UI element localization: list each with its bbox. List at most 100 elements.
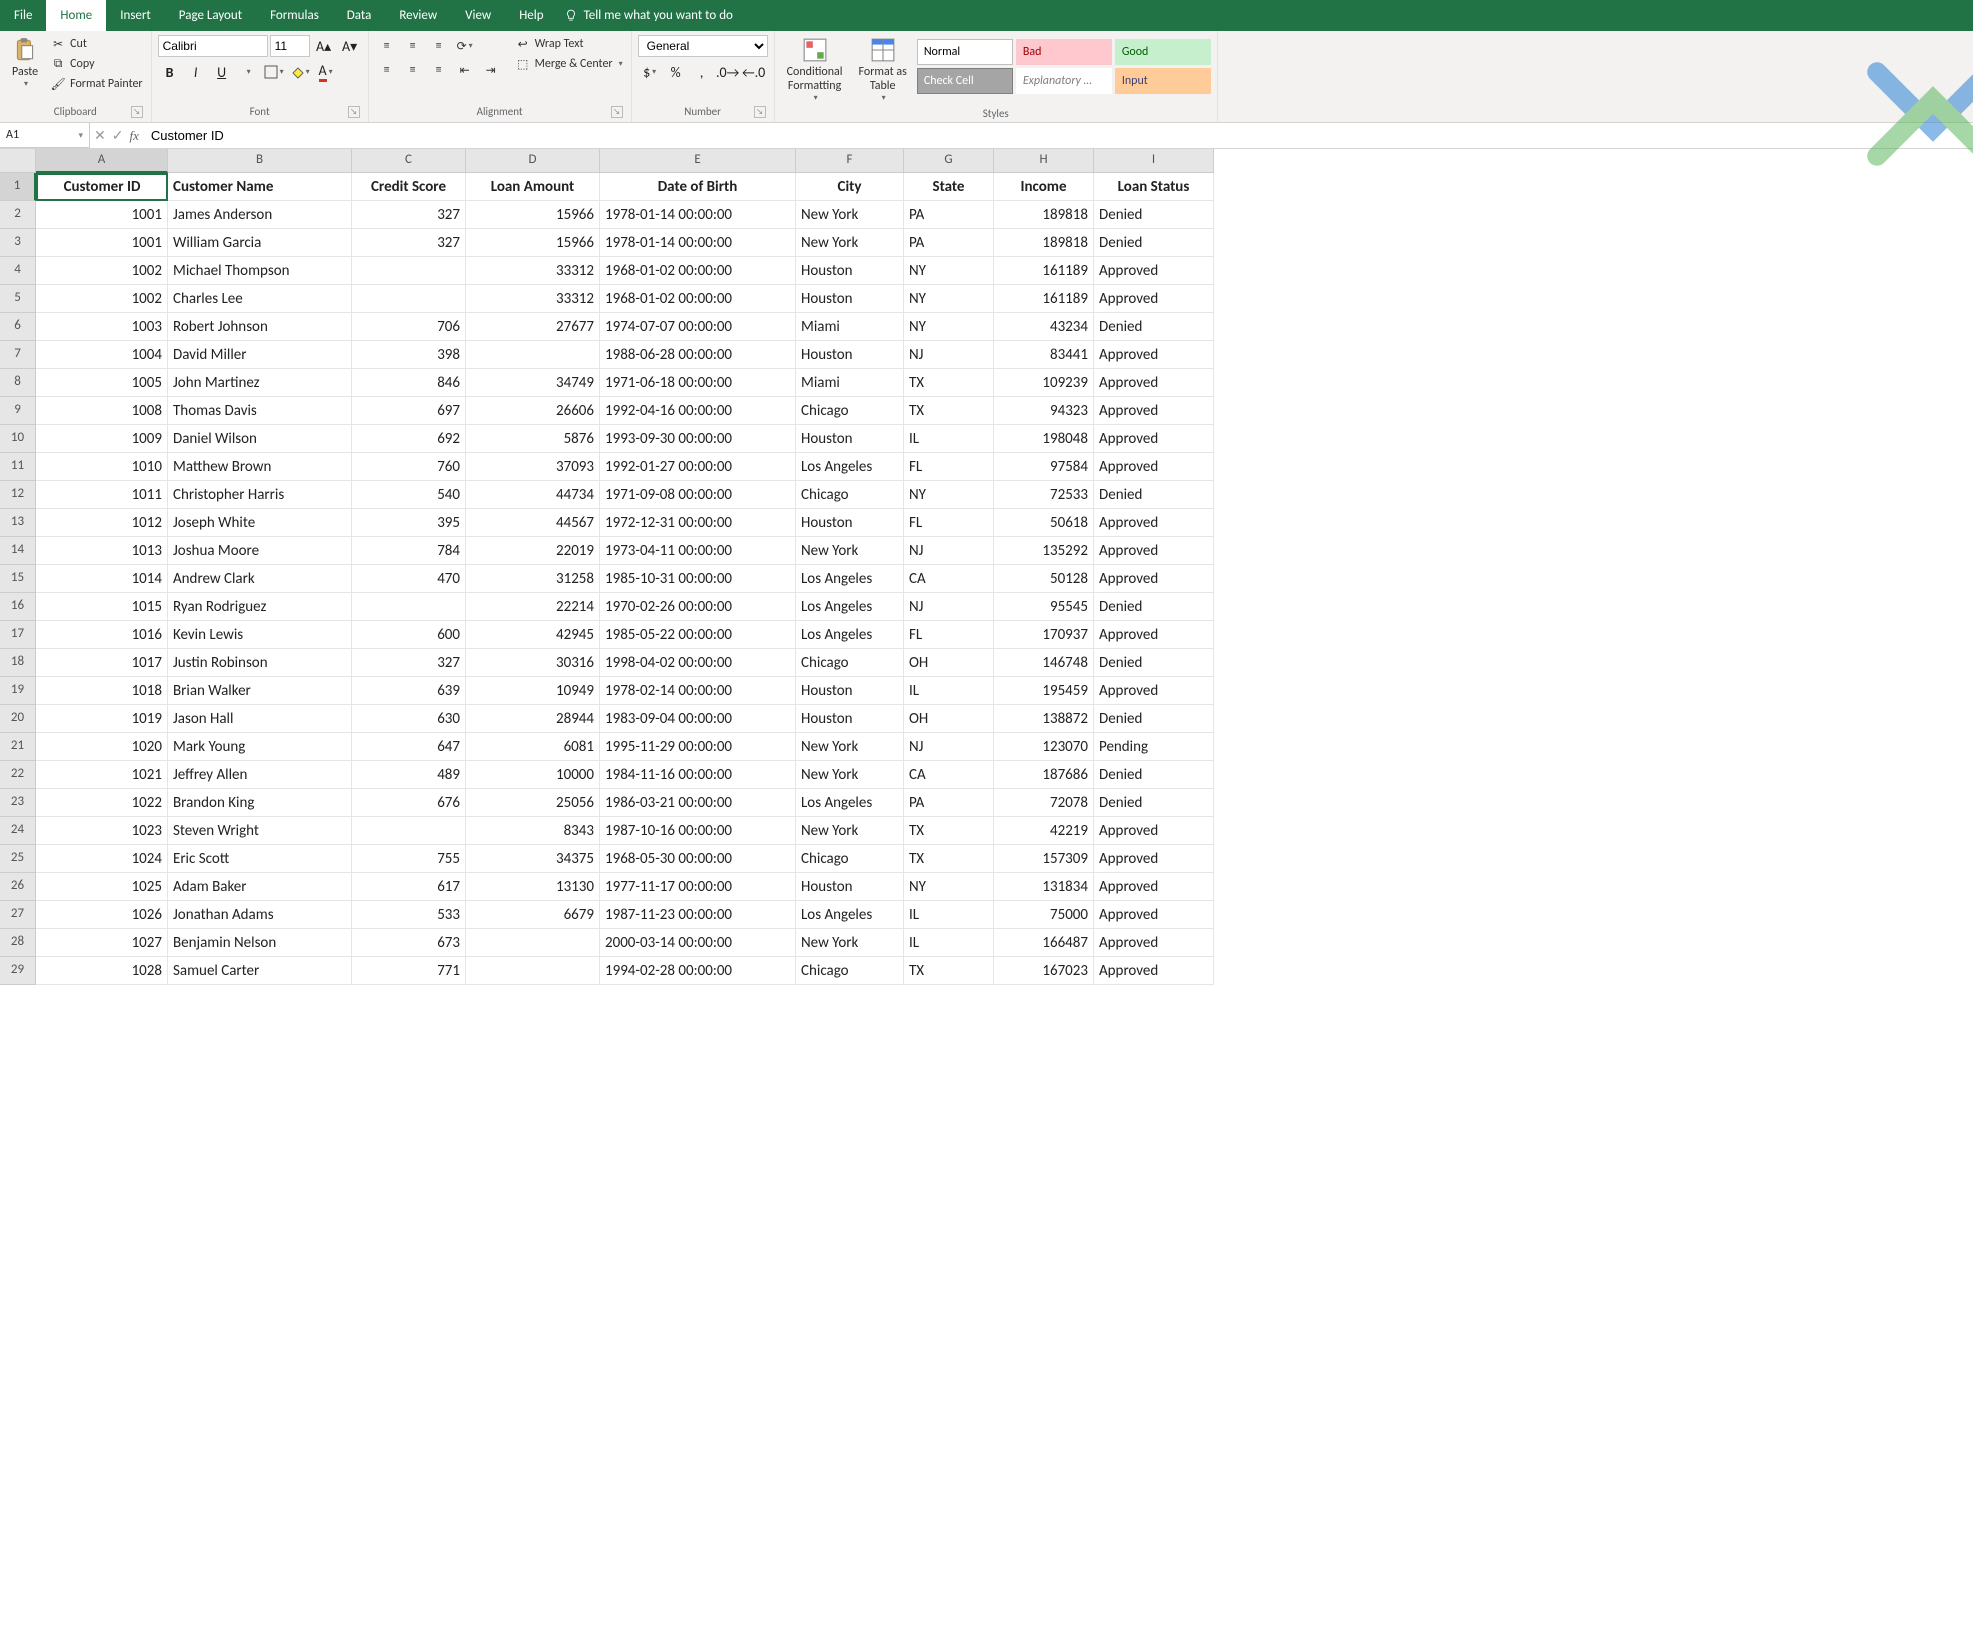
cell-B12[interactable]: Christopher Harris [168,481,352,509]
header-cell-B1[interactable]: Customer Name [168,173,352,201]
col-header-A[interactable]: A [36,149,168,173]
cell-C12[interactable]: 540 [352,481,466,509]
ribbon-tab-review[interactable]: Review [385,0,451,31]
cell-B20[interactable]: Jason Hall [168,705,352,733]
cell-A5[interactable]: 1002 [36,285,168,313]
cell-C11[interactable]: 760 [352,453,466,481]
cell-A22[interactable]: 1021 [36,761,168,789]
cell-C26[interactable]: 617 [352,873,466,901]
cell-A25[interactable]: 1024 [36,845,168,873]
cell-G28[interactable]: IL [904,929,994,957]
cell-D8[interactable]: 34749 [466,369,600,397]
select-all-corner[interactable] [0,149,36,173]
cell-I14[interactable]: Approved [1094,537,1214,565]
cell-B28[interactable]: Benjamin Nelson [168,929,352,957]
cell-I4[interactable]: Approved [1094,257,1214,285]
cell-H7[interactable]: 83441 [994,341,1094,369]
cell-A27[interactable]: 1026 [36,901,168,929]
cell-I13[interactable]: Approved [1094,509,1214,537]
cell-A11[interactable]: 1010 [36,453,168,481]
cell-B13[interactable]: Joseph White [168,509,352,537]
cell-H13[interactable]: 50618 [994,509,1094,537]
cell-G4[interactable]: NY [904,257,994,285]
cell-B8[interactable]: John Martinez [168,369,352,397]
row-header-28[interactable]: 28 [0,929,36,957]
cell-B11[interactable]: Matthew Brown [168,453,352,481]
cell-F28[interactable]: New York [796,929,904,957]
cell-E26[interactable]: 1977-11-17 00:00:00 [600,873,796,901]
cell-D11[interactable]: 37093 [466,453,600,481]
cell-G21[interactable]: NJ [904,733,994,761]
cell-D2[interactable]: 15966 [466,201,600,229]
cell-H27[interactable]: 75000 [994,901,1094,929]
row-header-4[interactable]: 4 [0,257,36,285]
cell-D19[interactable]: 10949 [466,677,600,705]
cell-A18[interactable]: 1017 [36,649,168,677]
bold-button[interactable]: B [158,61,182,83]
cell-I20[interactable]: Denied [1094,705,1214,733]
row-header-7[interactable]: 7 [0,341,36,369]
cell-D28[interactable] [466,929,600,957]
cell-I19[interactable]: Approved [1094,677,1214,705]
cell-D24[interactable]: 8343 [466,817,600,845]
cell-H9[interactable]: 94323 [994,397,1094,425]
cell-E2[interactable]: 1978-01-14 00:00:00 [600,201,796,229]
cell-B10[interactable]: Daniel Wilson [168,425,352,453]
cell-E29[interactable]: 1994-02-28 00:00:00 [600,957,796,985]
col-header-I[interactable]: I [1094,149,1214,173]
cell-C28[interactable]: 673 [352,929,466,957]
cell-G14[interactable]: NJ [904,537,994,565]
row-header-18[interactable]: 18 [0,649,36,677]
formula-input[interactable] [143,123,1973,148]
style-explanatory-[interactable]: Explanatory … [1016,68,1112,94]
cell-I16[interactable]: Denied [1094,593,1214,621]
font-name-combo[interactable] [158,35,268,57]
cell-A13[interactable]: 1012 [36,509,168,537]
row-header-9[interactable]: 9 [0,397,36,425]
row-header-2[interactable]: 2 [0,201,36,229]
cell-C25[interactable]: 755 [352,845,466,873]
cell-C7[interactable]: 398 [352,341,466,369]
cell-H18[interactable]: 146748 [994,649,1094,677]
increase-decimal-icon[interactable]: .0→ [716,61,740,83]
cell-D27[interactable]: 6679 [466,901,600,929]
cell-F3[interactable]: New York [796,229,904,257]
cell-G8[interactable]: TX [904,369,994,397]
accounting-format-icon[interactable]: $ [638,61,662,83]
cell-H24[interactable]: 42219 [994,817,1094,845]
ribbon-tab-home[interactable]: Home [46,0,106,31]
cell-E9[interactable]: 1992-04-16 00:00:00 [600,397,796,425]
cell-I29[interactable]: Approved [1094,957,1214,985]
cell-E7[interactable]: 1988-06-28 00:00:00 [600,341,796,369]
cell-B2[interactable]: James Anderson [168,201,352,229]
align-bottom-icon[interactable]: ≡ [427,35,451,57]
increase-indent-icon[interactable]: ⇥ [479,59,503,81]
cell-A19[interactable]: 1018 [36,677,168,705]
cell-D16[interactable]: 22214 [466,593,600,621]
cell-B27[interactable]: Jonathan Adams [168,901,352,929]
cell-D25[interactable]: 34375 [466,845,600,873]
cell-A17[interactable]: 1016 [36,621,168,649]
cell-H12[interactable]: 72533 [994,481,1094,509]
cell-G12[interactable]: NY [904,481,994,509]
row-header-14[interactable]: 14 [0,537,36,565]
cell-G7[interactable]: NJ [904,341,994,369]
row-header-29[interactable]: 29 [0,957,36,985]
paste-button[interactable]: Paste [6,35,44,91]
row-header-25[interactable]: 25 [0,845,36,873]
cell-F19[interactable]: Houston [796,677,904,705]
row-header-16[interactable]: 16 [0,593,36,621]
row-header-5[interactable]: 5 [0,285,36,313]
cell-C6[interactable]: 706 [352,313,466,341]
underline-button[interactable]: U [210,61,234,83]
cell-I27[interactable]: Approved [1094,901,1214,929]
name-box-dropdown-icon[interactable]: ▾ [78,130,83,141]
cell-H16[interactable]: 95545 [994,593,1094,621]
cell-C27[interactable]: 533 [352,901,466,929]
row-header-17[interactable]: 17 [0,621,36,649]
cell-A15[interactable]: 1014 [36,565,168,593]
cell-G19[interactable]: IL [904,677,994,705]
cell-D15[interactable]: 31258 [466,565,600,593]
cell-B21[interactable]: Mark Young [168,733,352,761]
cell-G13[interactable]: FL [904,509,994,537]
